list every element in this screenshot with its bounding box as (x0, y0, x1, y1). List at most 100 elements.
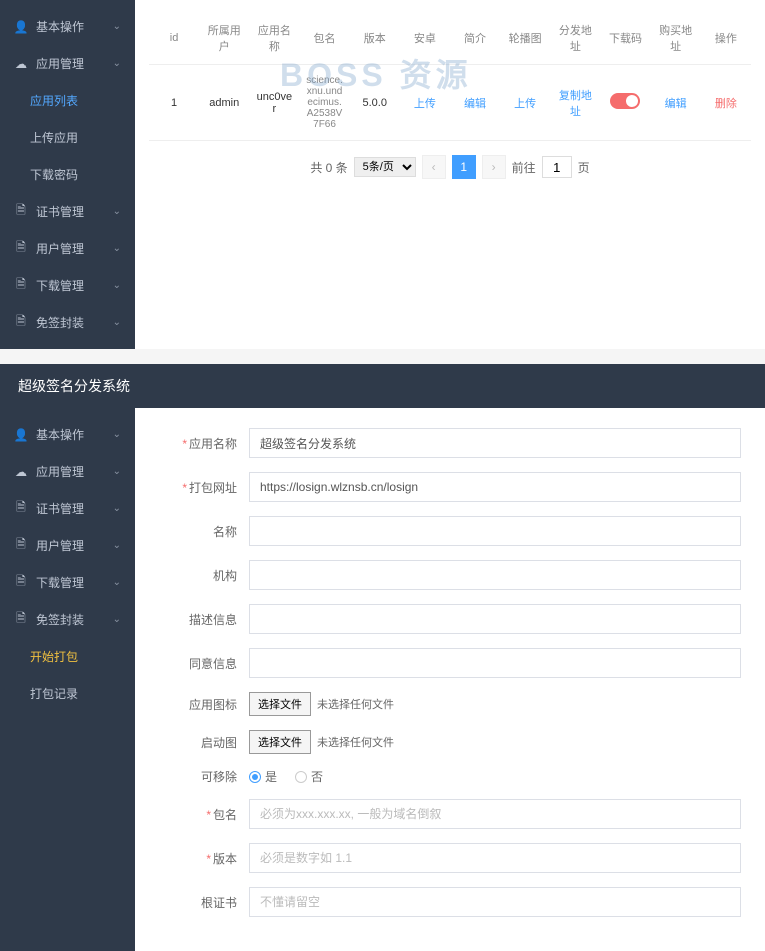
sidebar-item-nosign[interactable]: 🗎免签封装⌄ (0, 304, 135, 341)
input-org[interactable] (249, 560, 741, 590)
pager-size-select[interactable]: 5条/页 (354, 157, 416, 177)
sidebar-item-cert[interactable]: 🗎证书管理⌄ (0, 490, 135, 527)
file-button-icon[interactable]: 选择文件 (249, 692, 311, 716)
file-button-splash[interactable]: 选择文件 (249, 730, 311, 754)
chevron-down-icon: ⌄ (113, 466, 121, 477)
file-none-icon: 未选择任何文件 (317, 696, 394, 712)
input-name[interactable] (249, 516, 741, 546)
sidebar-item-label: 应用列表 (30, 92, 78, 109)
table-content: id 所属用户 应用名称 包名 版本 安卓 简介 轮播图 分发地址 下载码 购买… (135, 0, 765, 349)
page-title: 超级签名分发系统 (0, 364, 765, 408)
pager-goto-input[interactable] (542, 156, 572, 178)
sidebar-item-label: 免签封装 (36, 314, 84, 331)
th-pkg: 包名 (299, 12, 349, 65)
sidebar-item-label: 基本操作 (36, 426, 84, 443)
radio-no-label: 否 (311, 768, 323, 785)
doc-icon: 🗎 (14, 613, 28, 627)
label-removable: 可移除 (159, 768, 249, 785)
radio-no[interactable]: 否 (295, 768, 323, 785)
android-upload-link[interactable]: 上传 (414, 98, 436, 110)
delete-link[interactable]: 删除 (715, 98, 737, 110)
input-rootcert[interactable] (249, 887, 741, 917)
pager-unit: 页 (578, 159, 590, 176)
input-bundle[interactable] (249, 799, 741, 829)
sidebar-item-label: 下载管理 (36, 574, 84, 591)
input-desc[interactable] (249, 604, 741, 634)
file-none-splash: 未选择任何文件 (317, 734, 394, 750)
label-org: 机构 (159, 567, 249, 584)
sidebar-top: 👤基本操作⌄ ☁应用管理⌄ 应用列表 上传应用 下载密码 🗎证书管理⌄ 🗎用户管… (0, 0, 135, 349)
sidebar-item-label: 用户管理 (36, 537, 84, 554)
input-url[interactable] (249, 472, 741, 502)
th-id: id (149, 12, 199, 65)
sidebar-item-download-pwd[interactable]: 下载密码 (0, 156, 135, 193)
sidebar-item-app[interactable]: ☁应用管理⌄ (0, 453, 135, 490)
buy-edit-link[interactable]: 编辑 (665, 98, 687, 110)
doc-icon: 🗎 (14, 502, 28, 516)
sidebar-item-app-list[interactable]: 应用列表 (0, 82, 135, 119)
carousel-upload-link[interactable]: 上传 (514, 98, 536, 110)
pagination: 共 0 条 5条/页 ‹ 1 › 前往 页 (149, 155, 751, 179)
form-body: 应用名称 打包网址 名称 机构 描述信息 同意信息 应用图标选择文件未选择任何文… (135, 408, 765, 951)
sidebar-item-label: 证书管理 (36, 500, 84, 517)
radio-group-removable: 是 否 (249, 768, 323, 785)
chevron-down-icon: ⌄ (113, 206, 121, 217)
label-rootcert: 根证书 (159, 894, 249, 911)
sidebar-item-label: 上传应用 (30, 129, 78, 146)
table-row: 1 admin unc0ver science.xnu.undecimus.A2… (149, 65, 751, 141)
sidebar-item-label: 打包记录 (30, 685, 78, 702)
th-intro: 简介 (450, 12, 500, 65)
chevron-down-icon: ⌄ (113, 429, 121, 440)
user-icon: 👤 (14, 20, 28, 34)
sidebar-item-pack-log[interactable]: 打包记录 (0, 675, 135, 712)
label-splash: 启动图 (159, 734, 249, 751)
sidebar-item-download[interactable]: 🗎 下载管理 ⌄ (0, 267, 135, 304)
sidebar-item-app[interactable]: ☁应用管理⌄ (0, 45, 135, 82)
cloud-icon: ☁ (14, 465, 28, 479)
th-carousel: 轮播图 (500, 12, 550, 65)
pager-goto-label: 前往 (512, 159, 536, 176)
radio-dot-icon (249, 771, 261, 783)
sidebar-item-label: 下载管理 (36, 277, 84, 294)
th-ver: 版本 (350, 12, 400, 65)
input-ver[interactable] (249, 843, 741, 873)
cloud-icon: ☁ (14, 57, 28, 71)
cell-pkg: science.xnu.undecimus.A2538V7F66 (299, 65, 349, 141)
label-name: 名称 (159, 523, 249, 540)
input-appname[interactable] (249, 428, 741, 458)
th-appname: 应用名称 (249, 12, 299, 65)
sidebar-item-label: 下载密码 (30, 166, 78, 183)
intro-edit-link[interactable]: 编辑 (464, 98, 486, 110)
input-consent[interactable] (249, 648, 741, 678)
th-user: 所属用户 (199, 12, 249, 65)
sidebar-item-user[interactable]: 🗎用户管理⌄ (0, 230, 135, 267)
doc-icon: 🗎 (14, 539, 28, 553)
chevron-down-icon: ⌄ (113, 243, 121, 254)
th-dist: 分发地址 (550, 12, 600, 65)
chevron-down-icon: ⌄ (113, 614, 121, 625)
sidebar-item-user[interactable]: 🗎用户管理⌄ (0, 527, 135, 564)
label-consent: 同意信息 (159, 655, 249, 672)
sidebar-item-cert[interactable]: 🗎证书管理⌄ (0, 193, 135, 230)
th-op: 操作 (701, 12, 751, 65)
sidebar-item-upload-app[interactable]: 上传应用 (0, 119, 135, 156)
cell-appname: unc0ver (249, 65, 299, 141)
sidebar-item-basic[interactable]: 👤基本操作⌄ (0, 416, 135, 453)
sidebar-item-nosign[interactable]: 🗎免签封装⌄ (0, 601, 135, 638)
sidebar-item-download[interactable]: 🗎下载管理⌄ (0, 564, 135, 601)
radio-dot-icon (295, 771, 307, 783)
table-header-row: id 所属用户 应用名称 包名 版本 安卓 简介 轮播图 分发地址 下载码 购买… (149, 12, 751, 65)
pager-prev[interactable]: ‹ (422, 155, 446, 179)
radio-yes-label: 是 (265, 768, 277, 785)
radio-yes[interactable]: 是 (249, 768, 277, 785)
th-dlcode: 下载码 (600, 12, 650, 65)
pager-next[interactable]: › (482, 155, 506, 179)
doc-icon: 🗎 (14, 279, 28, 293)
label-appname: 应用名称 (159, 435, 249, 452)
dlcode-switch[interactable] (610, 93, 640, 109)
sidebar-item-start-pack[interactable]: 开始打包 (0, 638, 135, 675)
chevron-down-icon: ⌄ (113, 280, 121, 291)
pager-page-1[interactable]: 1 (452, 155, 476, 179)
sidebar-item-basic[interactable]: 👤基本操作⌄ (0, 8, 135, 45)
dist-copy-link[interactable]: 复制地址 (559, 90, 592, 118)
